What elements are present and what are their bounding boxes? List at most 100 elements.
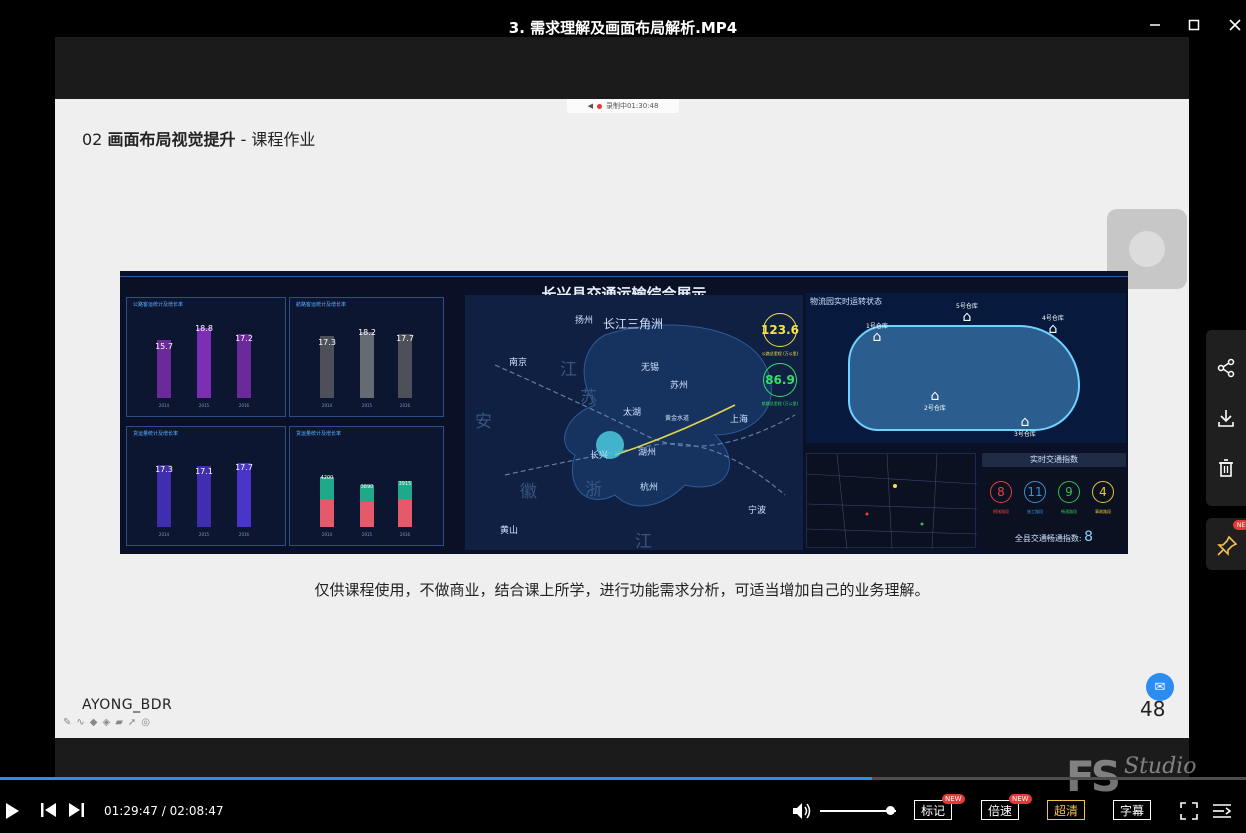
mark-new-badge: NEW <box>942 794 965 804</box>
quality-button[interactable]: 超清 <box>1047 800 1086 820</box>
download-button[interactable] <box>1214 406 1238 430</box>
fullscreen-icon <box>1180 802 1198 820</box>
map-region: 浙 <box>585 480 602 500</box>
total-time: 02:08:47 <box>169 804 224 818</box>
bar-value: 17.3 <box>318 338 336 347</box>
playlist-button[interactable] <box>1212 802 1232 820</box>
delete-button[interactable] <box>1214 456 1238 480</box>
chat-bubble-button[interactable]: ✉ <box>1146 673 1174 701</box>
heading-rest: - 课程作业 <box>240 130 316 149</box>
traffic-label: 畅通路段 <box>1061 509 1077 514</box>
trash-icon <box>1219 459 1233 477</box>
fullscreen-button[interactable] <box>1180 802 1198 820</box>
target-icon[interactable]: ◎ <box>141 717 150 728</box>
map-label: 长江三角洲 <box>603 317 664 331</box>
side-toolbar <box>1206 330 1246 506</box>
seek-bar-fill <box>0 777 873 780</box>
video-player-window: 3. 需求理解及画面布局解析.MP4 ◀ 录制中01:30:48 02 画面布局… <box>0 0 1246 833</box>
video-frame[interactable]: ◀ 录制中01:30:48 02 画面布局视觉提升 - 课程作业 长兴县交通运输… <box>55 99 1189 738</box>
pointer-icon[interactable]: ➚ <box>128 717 136 728</box>
map-label: 南京 <box>509 358 528 368</box>
play-button[interactable] <box>4 802 20 820</box>
volume-icon <box>793 803 811 819</box>
speaker-icon: ◀ <box>587 102 593 110</box>
previous-button[interactable] <box>40 802 58 818</box>
x-tick: 2016 <box>399 532 411 537</box>
map-region: 安 <box>475 412 492 432</box>
video-letterbox-top <box>55 37 1189 99</box>
traffic-map <box>806 453 978 550</box>
bar-value: 17.3 <box>155 465 173 474</box>
map-label: 扬州 <box>575 316 594 326</box>
eraser-icon[interactable]: ▰ <box>115 717 123 728</box>
map-region: 苏 <box>580 388 597 408</box>
bar-value: 17.1 <box>195 467 213 476</box>
warehouse-icon: ⌂ <box>930 388 940 404</box>
download-icon <box>1218 410 1234 427</box>
share-icon <box>1217 358 1235 378</box>
seek-bar[interactable] <box>0 777 1246 780</box>
x-tick: 2014 <box>158 532 170 537</box>
maximize-button[interactable] <box>1183 14 1205 36</box>
highlighter-icon[interactable]: ◆ <box>90 717 98 728</box>
x-tick: 2014 <box>321 532 333 537</box>
minimize-button[interactable] <box>1144 14 1166 36</box>
road-network-graphic <box>806 453 978 550</box>
kpi-road-value: 123.6 <box>761 313 799 347</box>
warehouse-marker: 5号仓库 ⌂ <box>956 303 978 325</box>
recording-label: 录制中01:30:48 <box>605 102 659 110</box>
share-button[interactable] <box>1214 356 1238 380</box>
play-icon <box>6 803 19 819</box>
chart-panel-1: 公路客运统计及增长率 15.7 18.8 17.2 2014 2015 2016 <box>126 297 286 417</box>
window-title: 3. 需求理解及画面布局解析.MP4 <box>508 19 738 37</box>
volume-button[interactable] <box>791 801 813 821</box>
video-letterbox-bottom <box>55 738 1189 778</box>
bar <box>237 463 251 527</box>
warehouse-icon: ⌂ <box>962 309 972 325</box>
traffic-index-value: 8 <box>1084 529 1094 545</box>
pin-button[interactable]: NE <box>1206 518 1246 570</box>
traffic-index-label: 全县交通畅通指数: <box>1014 534 1082 543</box>
slide-author: AYONG_BDR <box>82 697 173 713</box>
kpi-water-value: 86.9 <box>763 363 797 397</box>
warehouse-icon: ⌂ <box>1048 321 1058 337</box>
traffic-count: 9 <box>1058 481 1080 503</box>
bar-value: 4200 <box>320 475 334 481</box>
map-label: 上海 <box>730 415 749 425</box>
map-label: 苏州 <box>670 381 689 391</box>
slide-caption: 仅供课程使用，不做商业，结合课上所学，进行功能需求分析，可适当增加自己的业务理解… <box>314 581 930 599</box>
shape-icon[interactable]: ◈ <box>102 717 110 728</box>
bar-value: 3890 <box>360 484 374 490</box>
traffic-label: 拥堵路段 <box>993 509 1009 514</box>
curve-icon[interactable]: ∿ <box>76 717 84 728</box>
map-label: 湖州 <box>638 448 657 458</box>
bar-value: 17.7 <box>235 463 253 472</box>
dashboard-title-line <box>120 276 1128 277</box>
bar <box>320 477 334 527</box>
x-tick: 2015 <box>361 532 373 537</box>
x-tick: 2014 <box>321 403 333 408</box>
subtitle-button[interactable]: 字幕 <box>1113 800 1152 820</box>
bar-value: 18.8 <box>195 324 213 333</box>
heading-bold: 画面布局视觉提升 <box>107 130 236 149</box>
panel-label: 航路客运统计及增长率 <box>296 302 347 308</box>
skip-previous-icon <box>41 803 56 817</box>
bar <box>398 481 412 527</box>
time-display: 01:29:47 / 02:08:47 <box>104 804 224 818</box>
x-tick: 2016 <box>399 403 411 408</box>
close-button[interactable] <box>1224 14 1246 36</box>
volume-knob[interactable] <box>885 806 895 815</box>
pin-new-badge: NE <box>1233 520 1246 530</box>
volume-slider[interactable] <box>820 810 896 812</box>
pen-icon[interactable]: ✎ <box>63 717 71 728</box>
next-button[interactable] <box>67 802 85 818</box>
traffic-label: 事故路段 <box>1095 509 1111 514</box>
recording-indicator: ◀ 录制中01:30:48 <box>567 99 679 113</box>
panel-label: 货运量统计及增长率 <box>296 431 342 437</box>
map-label: 无锡 <box>641 363 660 373</box>
chart-panel-2: 航路客运统计及增长率 17.3 18.2 17.7 2014 2015 2016 <box>289 297 444 417</box>
slide-heading: 02 画面布局视觉提升 - 课程作业 <box>82 126 315 150</box>
kpi-water-label: 航路总里程 (万公里) <box>761 401 799 406</box>
warehouse-marker: 1号仓库 ⌂ <box>866 323 888 345</box>
bar-value: 3915 <box>398 481 412 487</box>
